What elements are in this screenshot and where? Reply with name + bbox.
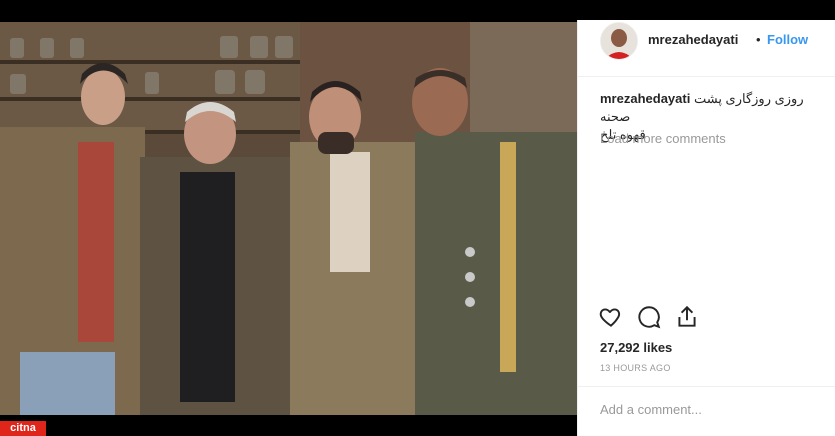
caption-username[interactable]: mrezahedayati [600, 91, 690, 106]
avatar-image [601, 23, 637, 59]
comment-icon[interactable] [636, 304, 662, 335]
citna-logo: citna [0, 421, 46, 436]
post-timestamp[interactable]: 13 HOURS AGO [600, 363, 671, 373]
action-bar [598, 304, 718, 332]
divider [578, 386, 835, 387]
header-username[interactable]: mrezahedayati [648, 32, 738, 47]
follow-button[interactable]: Follow [767, 32, 808, 47]
add-comment-input[interactable]: Add a comment... [600, 402, 820, 417]
separator-dot: • [756, 32, 761, 47]
post-photo-graphic [0, 22, 577, 415]
heart-icon[interactable] [598, 304, 624, 335]
load-more-comments-link[interactable]: Load more comments [600, 131, 726, 146]
post-side-panel: mrezahedayati • Follow mrezahedayati روز… [577, 20, 835, 436]
post-header: mrezahedayati • Follow [578, 20, 835, 77]
avatar[interactable] [600, 22, 638, 60]
likes-count[interactable]: 27,292 likes [600, 340, 672, 355]
post-photo[interactable] [0, 22, 577, 415]
share-icon[interactable] [674, 304, 700, 335]
